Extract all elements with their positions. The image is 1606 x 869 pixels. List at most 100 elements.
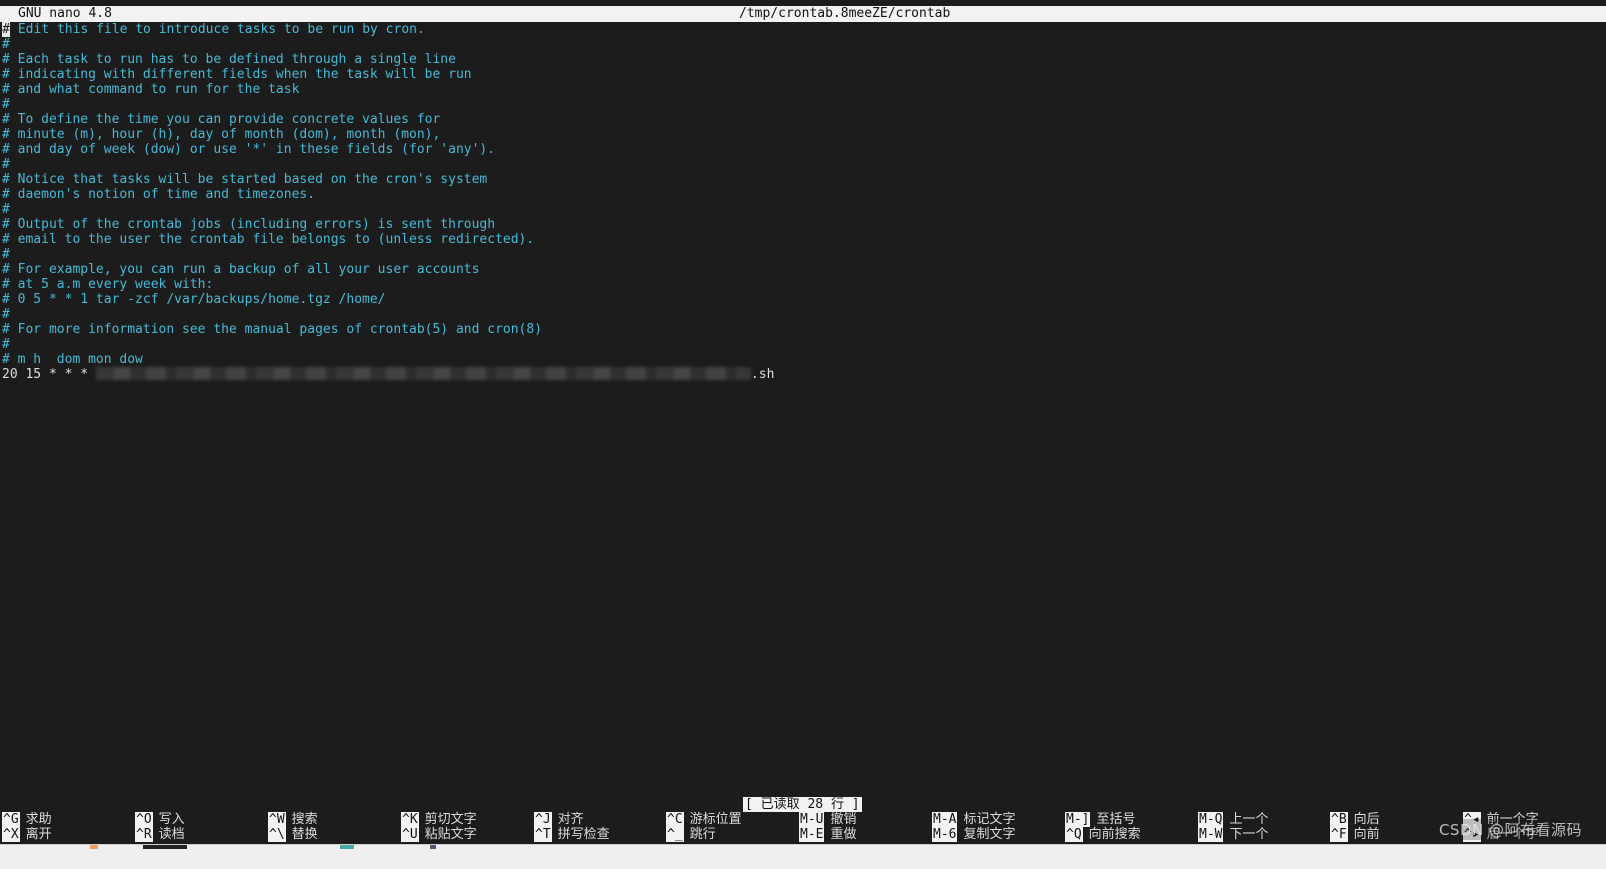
shortcut-key: ^R: [135, 827, 153, 842]
taskbar-item[interactable]: [143, 845, 187, 849]
shortcut-label: 标记文字: [963, 812, 1016, 827]
shortcut-label: 至括号: [1096, 812, 1136, 827]
shortcut-label: 离开: [25, 827, 52, 842]
shortcut-key: ^F: [1330, 827, 1348, 842]
redacted-command-path: [95, 367, 751, 380]
comment-text: #: [2, 247, 10, 262]
editor-version: GNU nano 4.8: [18, 6, 112, 21]
shortcut-label: 写入: [158, 812, 185, 827]
shortcut-label: 游标位置: [689, 812, 742, 827]
editor-line[interactable]: #: [2, 157, 1602, 172]
file-path: /tmp/crontab.8meeZE/crontab: [739, 6, 951, 21]
shortcut-key: ^W: [268, 812, 286, 827]
editor-line[interactable]: # minute (m), hour (h), day of month (do…: [2, 127, 1602, 142]
shortcut-item: ^G 求助: [2, 812, 52, 827]
comment-text: #: [2, 97, 10, 112]
comment-text: # To define the time you can provide con…: [2, 112, 441, 127]
editor-line[interactable]: #: [2, 202, 1602, 217]
taskbar-item[interactable]: [340, 845, 354, 849]
comment-text: # email to the user the crontab file bel…: [2, 232, 535, 247]
comment-text: # For more information see the manual pa…: [2, 322, 543, 337]
shortcut-label: 复制文字: [963, 827, 1016, 842]
shortcut-key: ^U: [401, 827, 419, 842]
watermark: CSDN @阿布看源码: [1436, 819, 1584, 840]
shortcut-label: 下一个: [1229, 827, 1269, 842]
editor-line[interactable]: 20 15 * * * .sh: [2, 367, 1602, 382]
editor-buffer[interactable]: # Edit this file to introduce tasks to b…: [2, 22, 1602, 382]
shortcut-item: ^_ 跳行: [666, 827, 716, 842]
comment-text: # minute (m), hour (h), day of month (do…: [2, 127, 441, 142]
editor-line[interactable]: #: [2, 37, 1602, 52]
comment-text: # and day of week (dow) or use '*' in th…: [2, 142, 496, 157]
shortcut-key: ^G: [2, 812, 20, 827]
shortcut-key: M-]: [1065, 812, 1091, 827]
shortcut-key: ^X: [2, 827, 20, 842]
shortcut-key: ^J: [534, 812, 552, 827]
editor-line[interactable]: # To define the time you can provide con…: [2, 112, 1602, 127]
status-message: [ 已读取 28 行 ]: [743, 797, 862, 812]
shortcut-label: 替换: [291, 827, 318, 842]
shortcut-item: ^C 游标位置: [666, 812, 742, 827]
comment-text: # 0 5 * * 1 tar -zcf /var/backups/home.t…: [2, 292, 386, 307]
shortcut-bar: ^G 求助 ^X 离开 ^O 写入 ^R 读档 ^W 搜索 ^\ 替换 ^K 剪切文字 ^U 粘贴文字 ^J 对齐…: [0, 812, 1606, 844]
shortcut-label: 向后: [1353, 812, 1380, 827]
shortcut-item: ^Q 向前搜索: [1065, 827, 1141, 842]
editor-line[interactable]: # indicating with different fields when …: [2, 67, 1602, 82]
shortcut-item: ^K 剪切文字: [401, 812, 477, 827]
cron-schedule: 20 15 * * *: [2, 367, 96, 382]
shortcut-item: M-] 至括号: [1065, 812, 1136, 827]
editor-line[interactable]: #: [2, 307, 1602, 322]
editor-line[interactable]: # daemon's notion of time and timezones.: [2, 187, 1602, 202]
shortcut-key: M-W: [1198, 827, 1224, 842]
editor-line[interactable]: # email to the user the crontab file bel…: [2, 232, 1602, 247]
editor-line[interactable]: # and what command to run for the task: [2, 82, 1602, 97]
shortcut-label: 剪切文字: [424, 812, 477, 827]
shortcut-label: 上一个: [1229, 812, 1269, 827]
shortcut-key: ^Q: [1065, 827, 1083, 842]
text-cursor: #: [2, 22, 10, 37]
comment-text: # and what command to run for the task: [2, 82, 300, 97]
comment-text: #: [2, 157, 10, 172]
shortcut-label: 搜索: [291, 812, 318, 827]
editor-line[interactable]: # at 5 a.m every week with:: [2, 277, 1602, 292]
comment-text: # Each task to run has to be defined thr…: [2, 52, 456, 67]
shortcut-item: M-U 撤销: [799, 812, 857, 827]
editor-line[interactable]: #: [2, 337, 1602, 352]
shortcut-item: ^\ 替换: [268, 827, 318, 842]
shortcut-item: ^R 读档: [135, 827, 185, 842]
shortcut-item: M-W 下一个: [1198, 827, 1269, 842]
taskbar-item[interactable]: [430, 845, 436, 849]
editor-line[interactable]: # For example, you can run a backup of a…: [2, 262, 1602, 277]
editor-line[interactable]: # and day of week (dow) or use '*' in th…: [2, 142, 1602, 157]
comment-text: # For example, you can run a backup of a…: [2, 262, 480, 277]
shortcut-label: 重做: [830, 827, 857, 842]
shortcut-key: ^C: [666, 812, 684, 827]
editor-line[interactable]: # Notice that tasks will be started base…: [2, 172, 1602, 187]
shortcut-key: ^T: [534, 827, 552, 842]
shortcut-key: M-6: [932, 827, 958, 842]
comment-text: #: [2, 37, 10, 52]
comment-text: Edit this file to introduce tasks to be …: [10, 22, 425, 37]
editor-line[interactable]: # For more information see the manual pa…: [2, 322, 1602, 337]
taskbar-strip: [0, 844, 1606, 869]
shortcut-label: 跳行: [689, 827, 716, 842]
shortcut-item: ^O 写入: [135, 812, 185, 827]
shortcut-label: 对齐: [557, 812, 584, 827]
shortcut-label: 粘贴文字: [424, 827, 477, 842]
editor-line[interactable]: # 0 5 * * 1 tar -zcf /var/backups/home.t…: [2, 292, 1602, 307]
editor-line[interactable]: # Output of the crontab jobs (including …: [2, 217, 1602, 232]
shortcut-key: ^K: [401, 812, 419, 827]
terminal-window: GNU nano 4.8 /tmp/crontab.8meeZE/crontab…: [0, 0, 1606, 869]
shortcut-item: M-Q 上一个: [1198, 812, 1269, 827]
taskbar-item[interactable]: [90, 845, 98, 849]
shortcut-label: 向前: [1353, 827, 1380, 842]
editor-line[interactable]: #: [2, 97, 1602, 112]
shortcut-label: 求助: [25, 812, 52, 827]
comment-text: # Output of the crontab jobs (including …: [2, 217, 496, 232]
editor-line[interactable]: #: [2, 247, 1602, 262]
editor-line[interactable]: # Each task to run has to be defined thr…: [2, 52, 1602, 67]
shortcut-item: ^X 离开: [2, 827, 52, 842]
editor-line[interactable]: # m h dom mon dow: [2, 352, 1602, 367]
editor-line[interactable]: # Edit this file to introduce tasks to b…: [2, 22, 1602, 37]
shortcut-item: ^U 粘贴文字: [401, 827, 477, 842]
